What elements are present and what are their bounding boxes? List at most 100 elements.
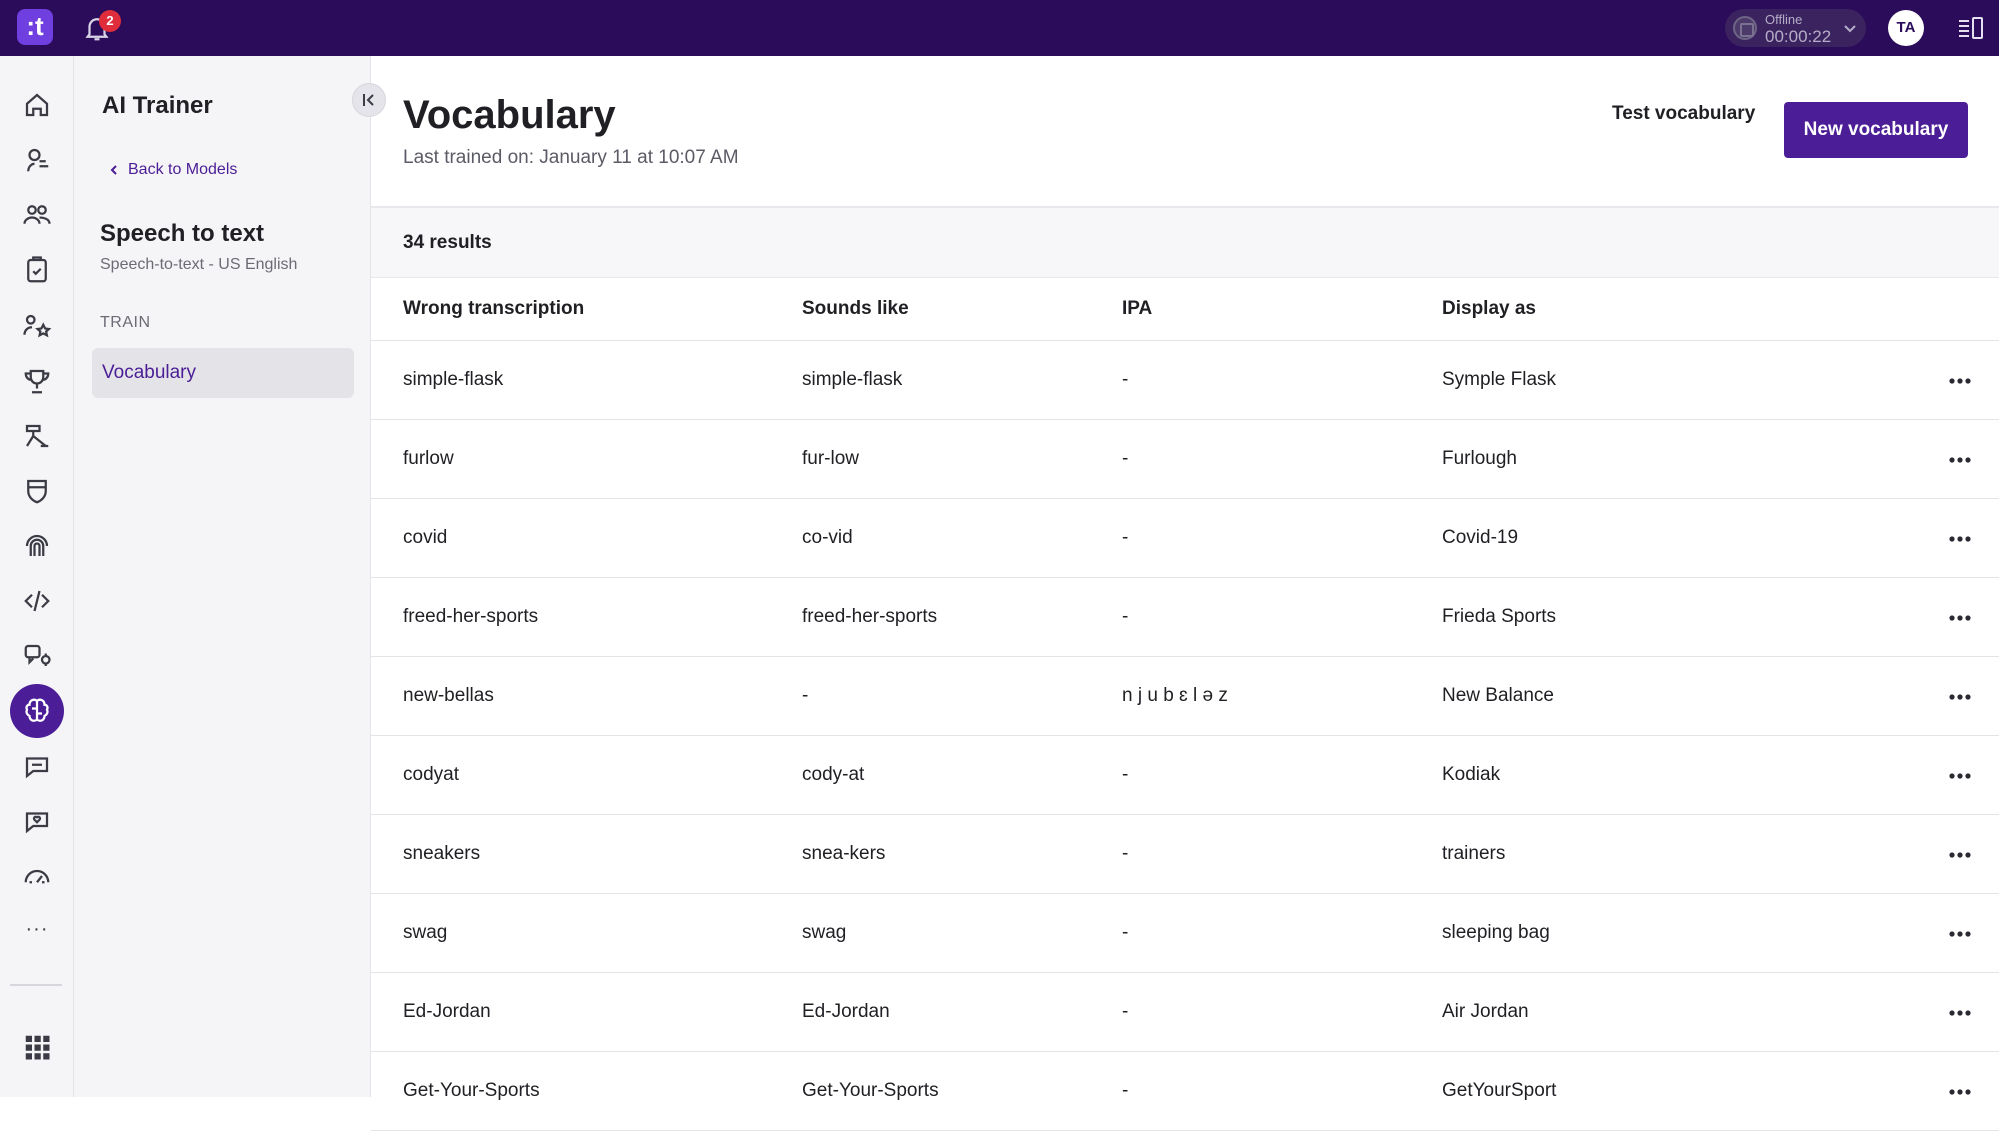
- train-section-label: TRAIN: [100, 314, 151, 331]
- row-more-options-icon[interactable]: [1947, 1003, 1973, 1023]
- speech-settings-icon[interactable]: [10, 629, 64, 683]
- ai-brain-icon[interactable]: [10, 684, 64, 738]
- cell-wrong-transcription: freed-her-sports: [403, 606, 539, 627]
- table-row[interactable]: covid co-vid - Covid-19: [371, 499, 1999, 578]
- table-row[interactable]: furlow fur-low - Furlough: [371, 420, 1999, 499]
- shield-icon[interactable]: [10, 464, 64, 518]
- column-header-ipa[interactable]: IPA: [1122, 298, 1152, 320]
- table-header: Wrong transcription Sounds like IPA Disp…: [371, 278, 1999, 341]
- column-header-sounds-like[interactable]: Sounds like: [802, 298, 909, 320]
- team-star-icon[interactable]: [10, 299, 64, 353]
- app-nav-rail: ···: [0, 56, 74, 1097]
- row-more-options-icon[interactable]: [1947, 371, 1973, 391]
- chevron-left-icon: [110, 165, 117, 175]
- cell-ipa: -: [1122, 606, 1129, 627]
- cell-display-as: Furlough: [1442, 448, 1517, 469]
- row-more-options-icon[interactable]: [1947, 608, 1973, 628]
- cell-ipa: -: [1122, 843, 1129, 864]
- table-row[interactable]: new-bellas - n j u b ɛ l ə z New Balance: [371, 657, 1999, 736]
- column-header-display-as[interactable]: Display as: [1442, 298, 1536, 320]
- cell-wrong-transcription: new-bellas: [403, 685, 494, 706]
- workflow-icon[interactable]: [10, 409, 64, 463]
- row-more-options-icon[interactable]: [1947, 924, 1973, 944]
- back-to-models-link[interactable]: Back to Models: [108, 161, 237, 179]
- table-row[interactable]: simple-flask simple-flask - Symple Flask: [371, 341, 1999, 420]
- contacts-icon[interactable]: [10, 188, 64, 242]
- test-vocabulary-button[interactable]: Test vocabulary: [1612, 103, 1755, 125]
- cell-ipa: -: [1122, 527, 1129, 548]
- clipboard-check-icon[interactable]: [10, 243, 64, 297]
- cell-sounds-like: fur-low: [802, 448, 860, 469]
- model-subtitle: Speech-to-text - US English: [100, 256, 298, 273]
- chat-bot-icon[interactable]: [10, 133, 64, 187]
- row-more-options-icon[interactable]: [1947, 766, 1973, 786]
- results-count: 34 results: [403, 232, 492, 253]
- cell-wrong-transcription: simple-flask: [403, 369, 504, 390]
- notification-badge: 2: [99, 10, 121, 32]
- row-more-options-icon[interactable]: [1947, 1082, 1973, 1102]
- row-more-options-icon[interactable]: [1947, 529, 1973, 549]
- app-grid-icon[interactable]: [10, 1020, 64, 1074]
- rail-divider: [10, 984, 62, 986]
- table-row[interactable]: codyat cody-at - Kodiak: [371, 736, 1999, 815]
- cell-wrong-transcription: furlow: [403, 448, 454, 469]
- cell-wrong-transcription: covid: [403, 527, 448, 548]
- speech-bubble-icon[interactable]: [10, 739, 64, 793]
- speech-bubble-heart-icon[interactable]: [10, 794, 64, 848]
- cell-ipa: -: [1122, 1001, 1129, 1022]
- cell-sounds-like: cody-at: [802, 764, 865, 785]
- more-apps-icon[interactable]: ···: [10, 918, 64, 948]
- side-panel-toggle-icon[interactable]: [1956, 16, 1984, 40]
- row-more-options-icon[interactable]: [1947, 687, 1973, 707]
- sidebar-item-vocabulary[interactable]: Vocabulary: [92, 348, 354, 398]
- user-avatar[interactable]: TA: [1888, 10, 1924, 46]
- cell-display-as: sleeping bag: [1442, 922, 1550, 943]
- ai-trainer-sidebar: AI Trainer Back to Models Speech to text…: [74, 56, 386, 1097]
- cell-display-as: Kodiak: [1442, 764, 1501, 785]
- chevron-down-icon: [1844, 25, 1856, 33]
- cell-sounds-like: swag: [802, 922, 847, 943]
- trophy-icon[interactable]: [10, 354, 64, 408]
- cell-ipa: -: [1122, 369, 1129, 390]
- last-trained-text: Last trained on: January 11 at 10:07 AM: [403, 147, 739, 168]
- app-logo[interactable]: :t: [17, 9, 53, 45]
- status-stop-icon: [1733, 16, 1757, 40]
- cell-display-as: New Balance: [1442, 685, 1554, 706]
- cell-ipa: -: [1122, 922, 1129, 943]
- cell-display-as: Covid-19: [1442, 527, 1519, 548]
- cell-sounds-like: snea-kers: [802, 843, 886, 864]
- cell-display-as: GetYourSport: [1442, 1080, 1557, 1101]
- new-vocabulary-button[interactable]: New vocabulary: [1784, 102, 1968, 158]
- column-header-wrong-transcription[interactable]: Wrong transcription: [403, 298, 584, 320]
- table-row[interactable]: Get-Your-Sports Get-Your-Sports - GetYourSp…: [371, 1052, 1999, 1131]
- cell-ipa: -: [1122, 1080, 1129, 1101]
- row-more-options-icon[interactable]: [1947, 845, 1973, 865]
- status-timer: 00:00:22: [1765, 27, 1832, 46]
- back-link-label: Back to Models: [128, 161, 238, 178]
- fingerprint-icon[interactable]: [10, 519, 64, 573]
- table-body: simple-flask simple-flask - Symple Flask fur…: [371, 341, 1999, 1131]
- cell-sounds-like: simple-flask: [802, 369, 903, 390]
- sidebar-title: AI Trainer: [102, 92, 213, 119]
- cell-sounds-like: -: [802, 685, 809, 706]
- cell-sounds-like: Get-Your-Sports: [802, 1080, 939, 1101]
- code-icon[interactable]: [10, 574, 64, 628]
- top-bar: :t 2 Offline 00:00:22 TA: [0, 0, 1999, 56]
- table-row[interactable]: Ed-Jordan Ed-Jordan - Air Jordan: [371, 973, 1999, 1052]
- cell-wrong-transcription: sneakers: [403, 843, 481, 864]
- table-row[interactable]: swag swag - sleeping bag: [371, 894, 1999, 973]
- table-row[interactable]: freed-her-sports freed-her-sports - Frieda …: [371, 578, 1999, 657]
- cell-wrong-transcription: swag: [403, 922, 448, 943]
- status-label: Offline: [1765, 12, 1803, 27]
- table-row[interactable]: sneakers snea-kers - trainers: [371, 815, 1999, 894]
- agent-status-dropdown[interactable]: Offline 00:00:22: [1725, 9, 1866, 47]
- home-icon[interactable]: [10, 78, 64, 132]
- cell-sounds-like: co-vid: [802, 527, 853, 548]
- speedometer-icon[interactable]: [10, 849, 64, 903]
- row-more-options-icon[interactable]: [1947, 450, 1973, 470]
- cell-sounds-like: freed-her-sports: [802, 606, 938, 627]
- vocabulary-table: Wrong transcription Sounds like IPA Disp…: [371, 278, 1999, 1131]
- cell-ipa: -: [1122, 764, 1129, 785]
- cell-sounds-like: Ed-Jordan: [802, 1001, 890, 1022]
- cell-wrong-transcription: Get-Your-Sports: [403, 1080, 540, 1101]
